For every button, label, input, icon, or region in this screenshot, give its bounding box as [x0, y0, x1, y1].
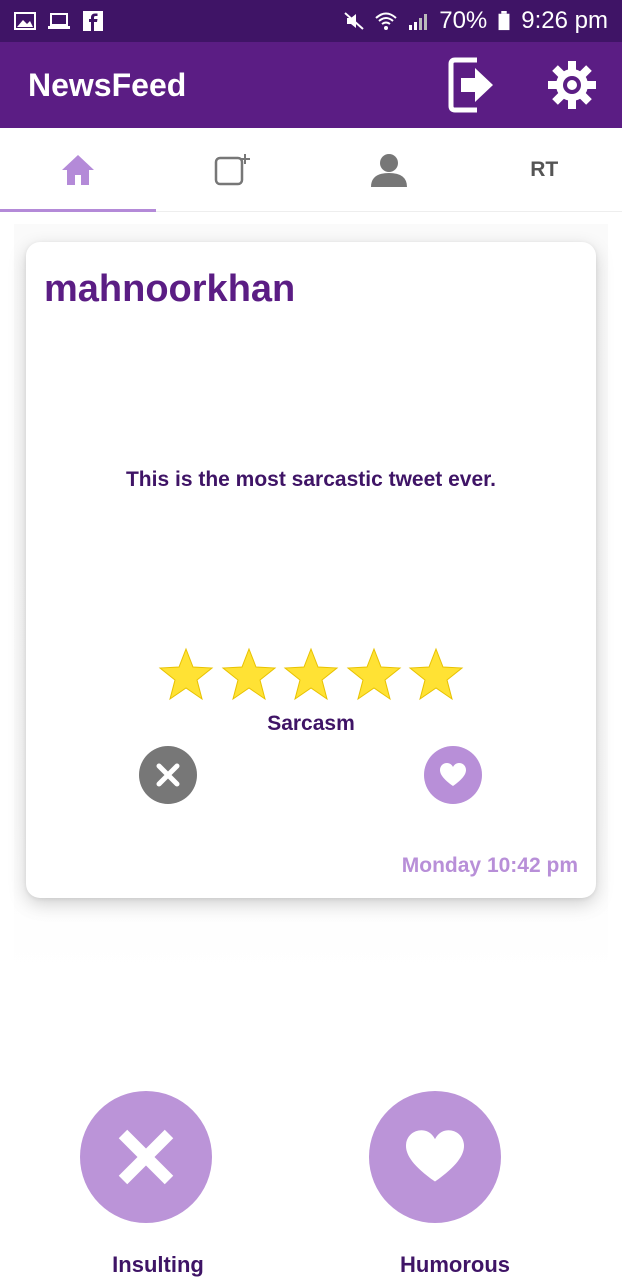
signal-icon [409, 14, 428, 30]
home-icon [61, 154, 94, 185]
card-timestamp: Monday 10:42 pm [401, 854, 578, 877]
tab-rt[interactable]: RT [467, 128, 622, 211]
card-dismiss-button[interactable] [139, 746, 197, 804]
tab-profile[interactable] [311, 128, 467, 211]
close-icon [118, 1129, 174, 1185]
status-right-icons: 70% 9:26 pm [343, 7, 608, 35]
battery-percent: 70% [439, 7, 488, 34]
image-icon [14, 12, 36, 30]
status-time: 9:26 pm [521, 7, 608, 34]
app-title: NewsFeed [28, 66, 187, 103]
star-icon [408, 647, 464, 701]
humorous-button[interactable] [369, 1091, 501, 1223]
settings-button[interactable] [544, 54, 600, 116]
status-bar: 70% 9:26 pm [0, 0, 622, 42]
settings-gear-icon [548, 61, 596, 109]
tab-home[interactable] [0, 128, 156, 212]
logout-icon [448, 57, 493, 113]
tweet-card[interactable]: mahnoorkhan This is the most sarcastic t… [26, 242, 596, 898]
star-icon [158, 647, 214, 701]
insulting-button[interactable] [80, 1091, 212, 1223]
wifi-icon [375, 12, 397, 30]
card-tweet-text: This is the most sarcastic tweet ever. [125, 468, 496, 491]
mute-icon [344, 12, 364, 30]
laptop-icon [48, 13, 70, 29]
star-rating [158, 647, 464, 707]
card-username: mahnoorkhan [44, 268, 296, 310]
heart-icon [406, 1130, 464, 1182]
facebook-icon [83, 11, 103, 31]
status-left-icons [14, 11, 104, 31]
card-like-button[interactable] [424, 746, 482, 804]
tab-bar: RT [0, 128, 622, 212]
star-icon [221, 647, 276, 701]
heart-icon [440, 763, 466, 786]
insulting-label: Insulting [112, 1252, 204, 1277]
tab-new-post[interactable] [156, 128, 312, 211]
star-icon [346, 647, 401, 701]
close-icon [156, 763, 180, 787]
app-bar: NewsFeed [0, 42, 622, 128]
logout-button[interactable] [444, 54, 500, 116]
star-icon [283, 647, 339, 701]
new-post-icon [215, 153, 251, 185]
tab-rt-label: RT [530, 157, 559, 181]
card-category-label: Sarcasm [267, 712, 355, 735]
humorous-label: Humorous [400, 1252, 510, 1277]
battery-icon [498, 11, 510, 31]
app-actions [444, 54, 600, 116]
profile-icon [370, 153, 407, 187]
